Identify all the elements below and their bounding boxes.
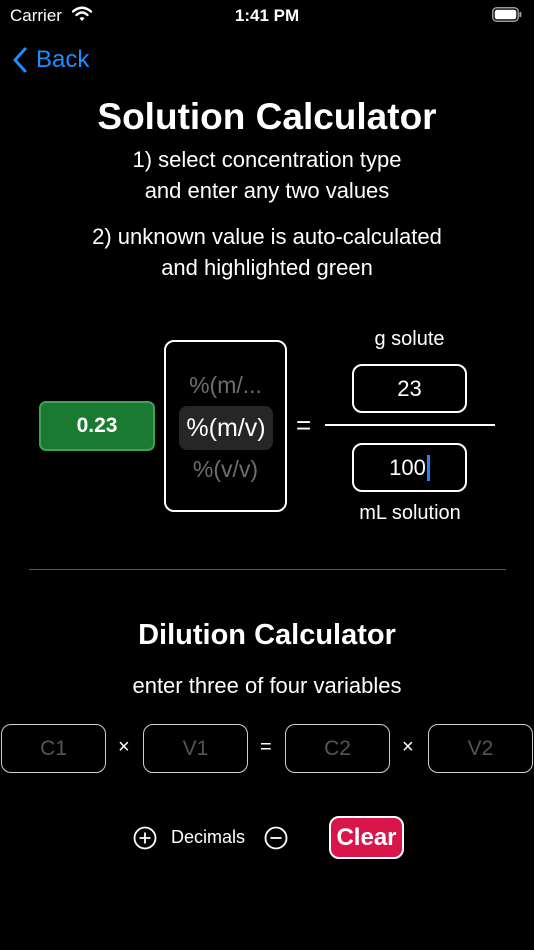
numerator-label: g solute (374, 328, 445, 350)
dilution-subtitle: enter three of four variables (132, 673, 402, 698)
picker-option-volume-volume[interactable]: %(v/v) (166, 456, 285, 483)
instruction-step-2-line-1: 2) unknown value is auto-calculated (92, 224, 442, 249)
g-solute-value: 23 (397, 375, 422, 401)
times-sign-1: × (118, 736, 130, 758)
status-bar: Carrier 1:41 PM (0, 0, 534, 32)
clear-button[interactable]: Clear (329, 816, 404, 859)
picker-option-mass-mass[interactable]: %(m/... (166, 372, 285, 399)
instruction-step-2-line-2: and highlighted green (161, 255, 373, 280)
ml-solution-input[interactable]: 100 (352, 443, 467, 492)
concentration-type-picker[interactable]: %(m/... %(m/v) %(v/v) (164, 340, 287, 512)
g-solute-input[interactable]: 23 (352, 364, 467, 413)
fraction-line (325, 424, 495, 426)
text-caret (426, 454, 430, 481)
plus-circle-icon[interactable] (133, 826, 157, 850)
v2-input[interactable]: V2 (428, 724, 533, 773)
chevron-left-icon (13, 47, 27, 73)
dilution-calculator-title: Dilution Calculator (138, 619, 396, 651)
ml-solution-value: 100 (389, 454, 426, 480)
v1-input[interactable]: V1 (143, 724, 248, 773)
concentration-result-field[interactable]: 0.23 (39, 401, 155, 451)
times-sign-2: × (402, 736, 414, 758)
c1-input[interactable]: C1 (1, 724, 106, 773)
c2-input[interactable]: C2 (285, 724, 390, 773)
solution-calculator-title: Solution Calculator (97, 96, 437, 137)
minus-circle-icon[interactable] (264, 826, 288, 850)
denominator-label: mL solution (359, 502, 461, 524)
equals-sign-dilution: = (260, 736, 272, 758)
status-time: 1:41 PM (234, 6, 300, 25)
instruction-step-1-line-1: 1) select concentration type (132, 147, 402, 172)
equals-sign: = (296, 410, 312, 440)
instruction-step-1: 1) select concentration type and enter a… (0, 144, 534, 206)
decimals-label: Decimals (171, 827, 246, 847)
instruction-step-1-line-2: and enter any two values (144, 178, 390, 203)
section-divider (29, 569, 506, 570)
battery-icon (492, 7, 522, 22)
picker-option-selected[interactable]: %(m/v) (179, 406, 273, 450)
back-label: Back (36, 46, 90, 73)
back-button[interactable]: Back (12, 45, 89, 75)
instruction-step-2: 2) unknown value is auto-calculated and … (0, 221, 534, 283)
